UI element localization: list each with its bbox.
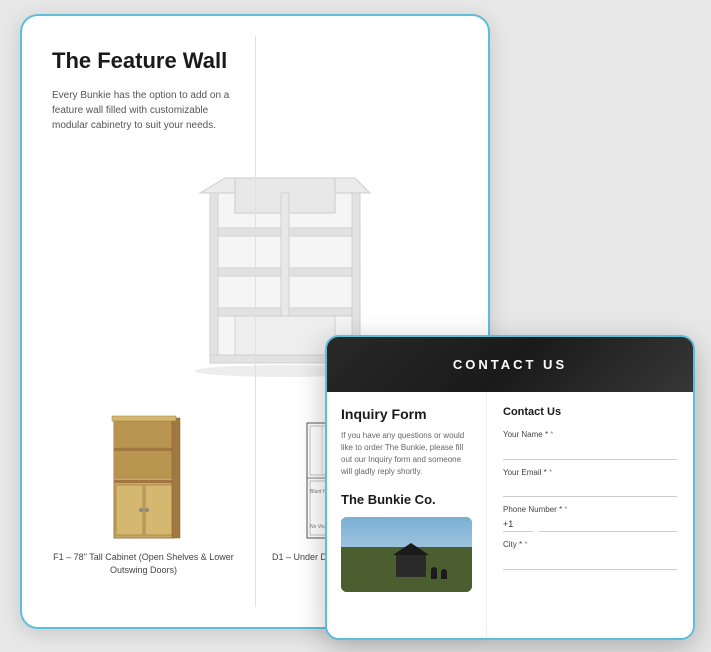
inquiry-description: If you have any questions or would like … xyxy=(341,430,472,478)
city-input[interactable] xyxy=(503,554,677,570)
main-divider xyxy=(255,36,256,607)
bunkie-image xyxy=(341,517,472,592)
contact-body: Inquiry Form If you have any questions o… xyxy=(327,392,693,638)
contact-header-title: CONTACT US xyxy=(453,357,567,372)
contact-form-title: Contact Us xyxy=(503,406,677,418)
phone-number-input[interactable] xyxy=(539,516,677,532)
contact-card: CONTACT US Inquiry Form If you have any … xyxy=(325,335,695,640)
email-label: Your Email * xyxy=(503,468,677,477)
page-description: Every Bunkie has the option to add on a … xyxy=(52,88,232,133)
name-field: Your Name * xyxy=(503,430,677,460)
contact-right-panel: Contact Us Your Name * Your Email * Phon… xyxy=(487,392,693,638)
name-label: Your Name * xyxy=(503,430,677,439)
phone-row xyxy=(503,516,677,532)
contact-header: CONTACT US xyxy=(327,337,693,392)
city-field: City * xyxy=(503,540,677,570)
inquiry-title: Inquiry Form xyxy=(341,406,472,422)
phone-label: Phone Number * xyxy=(503,505,677,514)
phone-field: Phone Number * xyxy=(503,505,677,532)
contact-left-panel: Inquiry Form If you have any questions o… xyxy=(327,392,487,638)
cabinet-item-left: F1 – 78" Tall Cabinet (Open Shelves & Lo… xyxy=(42,413,245,576)
cabinet-label-left: F1 – 78" Tall Cabinet (Open Shelves & Lo… xyxy=(42,551,245,576)
bunkie-name: The Bunkie Co. xyxy=(341,492,472,507)
phone-prefix-input[interactable] xyxy=(503,516,533,532)
wood-cabinet-svg xyxy=(104,413,184,543)
city-label: City * xyxy=(503,540,677,549)
name-input[interactable] xyxy=(503,444,677,460)
cabinet-image-left xyxy=(42,413,245,543)
email-input[interactable] xyxy=(503,481,677,497)
email-field: Your Email * xyxy=(503,468,677,498)
